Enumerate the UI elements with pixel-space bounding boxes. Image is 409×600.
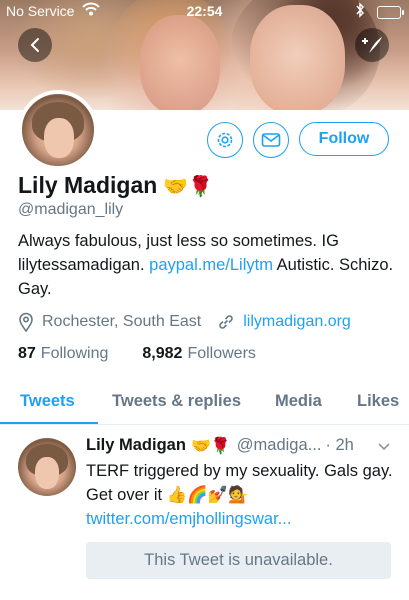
tweet-header: Lily Madigan 🤝🌹 @madiga... · 2h (86, 436, 354, 455)
battery-icon (377, 6, 404, 19)
bluetooth-icon (355, 2, 365, 21)
chevron-down-icon[interactable] (377, 439, 391, 457)
message-button[interactable] (253, 122, 289, 158)
followers-label: Followers (187, 345, 256, 362)
following-count[interactable]: 87 Following (18, 345, 108, 363)
compose-tweet-button[interactable] (355, 28, 389, 62)
profile-name: Lily Madigan (18, 172, 158, 198)
bio-link[interactable]: paypal.me/Lilytm (149, 256, 273, 274)
follow-counts: 87 Following 8,982 Followers (18, 345, 256, 363)
tab-media[interactable]: Media (275, 392, 322, 411)
chevron-left-icon (30, 38, 39, 52)
unavailable-tweet-card: This Tweet is unavailable. (86, 542, 391, 579)
header-photo-detail (140, 15, 220, 110)
profile-website[interactable]: lilymadigan.org (217, 313, 351, 331)
tweet-body: TERF triggered by my sexuality. Gals gay… (86, 462, 393, 504)
profile-location: Rochester, South East (18, 312, 201, 332)
tweet-avatar[interactable] (18, 438, 76, 496)
profile-avatar[interactable] (18, 90, 98, 170)
tweet-author-emoji: 🤝🌹 (190, 436, 231, 455)
tweet-link[interactable]: twitter.com/emjhollingswar... (86, 510, 291, 528)
follow-button[interactable]: Follow (299, 122, 389, 156)
feather-plus-icon (362, 37, 382, 53)
tweet-text: TERF triggered by my sexuality. Gals gay… (86, 459, 396, 531)
website-link[interactable]: lilymadigan.org (243, 313, 351, 331)
clock: 22:54 (186, 3, 223, 19)
settings-button[interactable] (207, 122, 243, 158)
tweet-author-name[interactable]: Lily Madigan (86, 436, 186, 455)
tweet-author-handle[interactable]: @madiga... (237, 436, 322, 455)
tweet-timestamp: · 2h (325, 436, 354, 454)
profile-bio: Always fabulous, just less so sometimes.… (18, 229, 398, 301)
followers-count[interactable]: 8,982 Followers (142, 345, 256, 363)
gear-icon (217, 132, 233, 148)
link-icon (219, 315, 233, 329)
avatar-detail (35, 457, 59, 489)
profile-meta: Rochester, South East lilymadigan.org (18, 312, 351, 332)
back-button[interactable] (18, 28, 52, 62)
tab-tweets-and-replies[interactable]: Tweets & replies (112, 392, 241, 411)
avatar-detail (44, 118, 74, 158)
profile-tabs: Tweets Tweets & replies Media Likes (0, 380, 409, 425)
followers-number: 8,982 (142, 345, 183, 362)
location-text: Rochester, South East (42, 313, 202, 330)
following-label: Following (40, 345, 109, 362)
profile-name-emoji: 🤝🌹 (163, 173, 214, 198)
location-pin-icon (19, 312, 33, 332)
tab-likes[interactable]: Likes (357, 392, 399, 411)
tab-tweets[interactable]: Tweets (20, 392, 75, 411)
status-bar: No Service 22:54 (0, 0, 409, 24)
profile-handle: @madigan_lily (18, 201, 124, 218)
envelope-icon (261, 133, 281, 147)
active-tab-indicator (0, 422, 98, 424)
profile-name-row: Lily Madigan 🤝🌹 (18, 172, 213, 199)
following-number: 87 (18, 345, 36, 362)
tweet-item[interactable]: Lily Madigan 🤝🌹 @madiga... · 2h TERF tri… (0, 425, 409, 600)
